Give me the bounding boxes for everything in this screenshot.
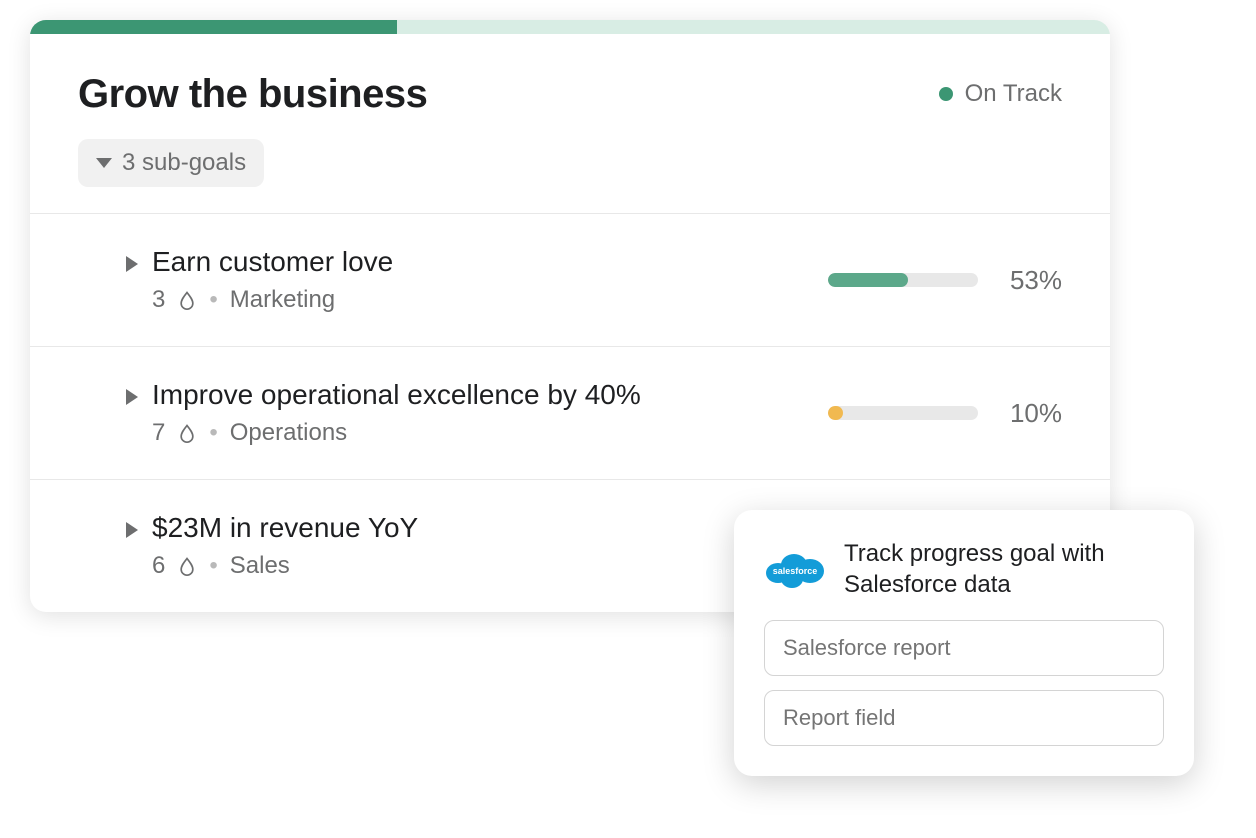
salesforce-popup: salesforce Track progress goal with Sale… — [734, 510, 1194, 776]
subgoals-toggle[interactable]: 3 sub-goals — [78, 139, 264, 187]
separator-icon: • — [209, 286, 217, 314]
subgoal-row[interactable]: Improve operational excellence by 40% 7 … — [30, 346, 1110, 479]
goal-progress-bar-fill — [30, 20, 397, 34]
subgoal-progress-fill — [828, 406, 843, 420]
expand-icon[interactable] — [126, 389, 138, 405]
salesforce-report-input[interactable] — [764, 620, 1164, 676]
subgoal-team: Operations — [230, 419, 347, 447]
subgoal-row[interactable]: Earn customer love 3 • Marketing 53% — [30, 213, 1110, 346]
subgoal-progress-bar — [828, 406, 978, 420]
svg-text:salesforce: salesforce — [773, 566, 818, 576]
status-dot-icon — [939, 87, 953, 101]
goal-icon — [177, 556, 197, 576]
goal-status-label: On Track — [965, 80, 1062, 108]
subgoal-child-count: 6 — [152, 552, 165, 580]
goal-progress-bar — [30, 20, 1110, 34]
subgoal-progress-pct: 10% — [1002, 398, 1062, 429]
subgoal-meta: 3 • Marketing — [152, 286, 393, 314]
separator-icon: • — [209, 419, 217, 447]
subgoal-title: Earn customer love — [152, 246, 393, 278]
subgoal-meta: 6 • Sales — [152, 552, 418, 580]
subgoal-title: Improve operational excellence by 40% — [152, 379, 641, 411]
subgoal-meta: 7 • Operations — [152, 419, 641, 447]
subgoal-team: Marketing — [230, 286, 335, 314]
subgoals-count-label: 3 sub-goals — [122, 149, 246, 177]
goal-header: Grow the business On Track — [30, 34, 1110, 139]
subgoal-child-count: 7 — [152, 419, 165, 447]
subgoal-progress-fill — [828, 273, 908, 287]
subgoal-title: $23M in revenue YoY — [152, 512, 418, 544]
goal-title: Grow the business — [78, 72, 427, 117]
expand-icon[interactable] — [126, 522, 138, 538]
expand-icon[interactable] — [126, 256, 138, 272]
report-field-input[interactable] — [764, 690, 1164, 746]
goal-status: On Track — [939, 80, 1062, 108]
popup-title: Track progress goal with Salesforce data — [844, 538, 1164, 600]
goal-icon — [177, 423, 197, 443]
subgoal-progress-pct: 53% — [1002, 265, 1062, 296]
separator-icon: • — [209, 552, 217, 580]
subgoal-child-count: 3 — [152, 286, 165, 314]
chevron-down-icon — [96, 158, 112, 168]
subgoal-progress-bar — [828, 273, 978, 287]
salesforce-logo-icon: salesforce — [764, 547, 826, 591]
subgoal-team: Sales — [230, 552, 290, 580]
goal-icon — [177, 290, 197, 310]
